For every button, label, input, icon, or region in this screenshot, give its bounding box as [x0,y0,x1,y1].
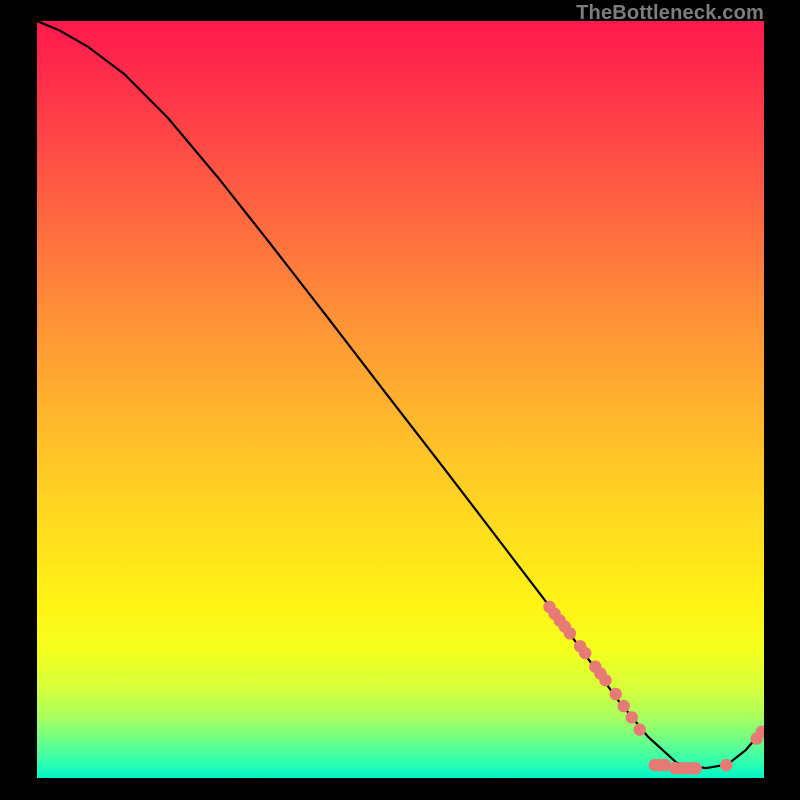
data-point [599,674,611,686]
plot-area [37,21,764,778]
data-point [579,647,591,659]
data-point [720,759,732,771]
data-point [564,627,576,639]
chart-overlay-svg [37,21,764,778]
data-point [634,723,646,735]
chart-stage: TheBottleneck.com [0,0,800,800]
data-point [618,700,630,712]
data-point [690,762,702,774]
data-point-group [543,601,764,775]
data-point [626,711,638,723]
bottleneck-curve [37,21,764,768]
data-point [610,688,622,700]
